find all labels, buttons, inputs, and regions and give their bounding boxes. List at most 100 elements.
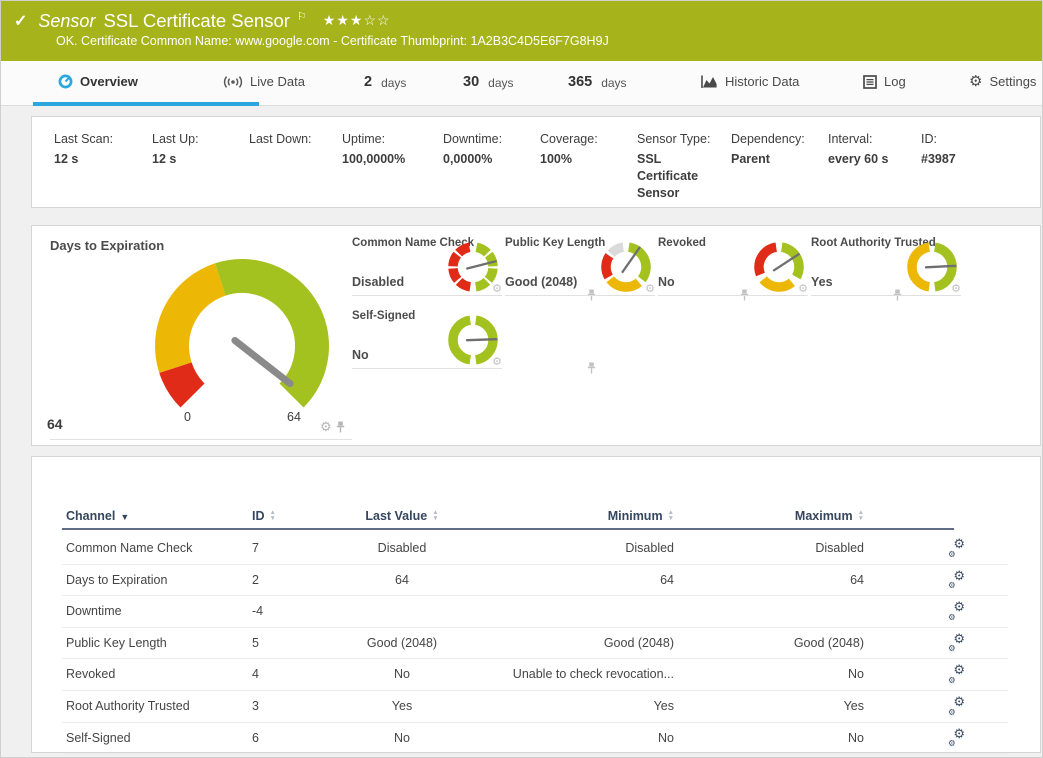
tab-label: Live Data <box>250 74 305 89</box>
tab-number: 365 <box>568 74 592 90</box>
main-gauge-dial <box>117 248 367 428</box>
historic-chart-icon <box>701 75 718 89</box>
info-value: #3987 <box>921 151 956 168</box>
info-value: every 60 s <box>828 151 888 168</box>
info-field-interval: Interval:every 60 s <box>828 131 888 168</box>
prtg-sensor-page: ✓ Sensor SSL Certificate Sensor ⚐ ★★★☆☆ … <box>0 0 1043 758</box>
gear-icon: ⚙ <box>948 581 956 590</box>
mini-gauge-actions: ⚙ <box>951 284 961 295</box>
info-value: 12 s <box>54 151 113 168</box>
tab-label: Log <box>884 74 906 89</box>
info-label: Dependency: <box>731 131 805 148</box>
channel-settings-icon[interactable]: ⚙⚙ <box>947 698 965 715</box>
info-label: Last Down: <box>249 131 312 148</box>
info-value: 12 s <box>152 151 199 168</box>
info-label: Last Scan: <box>54 131 113 148</box>
tab-30-days[interactable]: 30days <box>463 61 514 102</box>
tab-settings[interactable]: ⚙Settings <box>969 61 1036 102</box>
mini-gauge-title: Self-Signed <box>352 310 415 322</box>
column-header-maximum[interactable]: Maximum▲▼ <box>704 509 864 523</box>
channel-settings-icon[interactable]: ⚙⚙ <box>947 730 965 747</box>
priority-stars[interactable]: ★★★☆☆ <box>323 12 391 29</box>
broadcast-icon <box>223 75 243 89</box>
info-field-id: ID:#3987 <box>921 131 956 168</box>
channel-row-common-name-check: Common Name Check7DisabledDisabledDisabl… <box>62 533 1008 565</box>
channel-settings-icon[interactable]: ⚙⚙ <box>947 603 965 620</box>
channel-row-revoked: Revoked4NoUnable to check revocation...N… <box>62 659 1008 691</box>
gear-icon[interactable]: ⚙ <box>798 284 808 295</box>
channel-maximum: 64 <box>704 573 864 587</box>
info-field-dependency: Dependency:Parent <box>731 131 805 168</box>
gear-icon: ⚙ <box>948 644 956 653</box>
priority-flag-icon[interactable]: ⚐ <box>297 10 307 23</box>
mini-gauge-actions: ⚙ <box>798 284 808 295</box>
gear-icon: ⚙ <box>969 74 982 89</box>
tab-historic-data[interactable]: Historic Data <box>701 61 799 102</box>
tab-365-days[interactable]: 365 days <box>568 61 627 102</box>
info-value: SSL Certificate Sensor <box>637 151 709 202</box>
column-header-minimum[interactable]: Minimum▲▼ <box>414 509 674 523</box>
sort-both-icon: ▲▼ <box>270 510 276 522</box>
info-label: Downtime: <box>443 131 502 148</box>
pin-icon[interactable] <box>587 362 596 374</box>
gear-icon: ⚙ <box>948 613 956 622</box>
gear-icon[interactable]: ⚙ <box>492 357 502 368</box>
pin-icon[interactable] <box>336 421 345 433</box>
tab-bar: Overview Live Data 2days 30days 365 days Histo… <box>1 61 1042 106</box>
tab-label: days <box>488 76 513 90</box>
tab-label: Overview <box>80 74 138 89</box>
info-field-last-down: Last Down: <box>249 131 312 151</box>
tab-live-data[interactable]: Live Data <box>223 61 305 102</box>
channel-id: -4 <box>252 604 312 618</box>
gear-icon[interactable]: ⚙ <box>951 284 961 295</box>
channel-row-days-to-expiration: Days to Expiration2646464⚙⚙ <box>62 565 1008 597</box>
tab-log[interactable]: Log <box>863 61 906 102</box>
channel-name: Root Authority Trusted <box>66 699 190 713</box>
tab-label: Historic Data <box>725 74 799 89</box>
channel-settings-icon[interactable]: ⚙⚙ <box>947 635 965 652</box>
column-label: Maximum <box>795 509 853 523</box>
sensor-status-header: ✓ Sensor SSL Certificate Sensor ⚐ ★★★☆☆ … <box>1 1 1042 61</box>
mini-gauge-value: Disabled <box>352 275 404 289</box>
info-label: Sensor Type: <box>637 131 710 148</box>
gear-icon[interactable]: ⚙ <box>320 420 332 433</box>
tab-overview[interactable]: Overview <box>58 61 138 102</box>
info-label: Uptime: <box>342 131 405 148</box>
tab-label: days <box>601 76 626 90</box>
sensor-info-panel: Last Scan:12 sLast Up:12 sLast Down:Upti… <box>31 116 1041 208</box>
channel-minimum: Yes <box>414 699 674 713</box>
channel-minimum: Unable to check revocation... <box>414 667 674 681</box>
channel-minimum: No <box>414 731 674 745</box>
gear-icon: ⚙ <box>948 676 956 685</box>
object-kind-label: Sensor <box>38 11 95 32</box>
channel-maximum: Yes <box>704 699 864 713</box>
mini-gauge-actions: ⚙ <box>492 284 502 295</box>
channel-row-self-signed: Self-Signed6NoNoNo⚙⚙ <box>62 723 1008 755</box>
channel-settings-icon[interactable]: ⚙⚙ <box>947 572 965 589</box>
mini-gauge-cell-revoked: RevokedNo⚙ <box>658 236 808 296</box>
channel-maximum: Disabled <box>704 541 864 555</box>
status-ok-check-icon: ✓ <box>14 11 27 31</box>
main-gauge-scale-min: 0 <box>184 410 191 424</box>
stars-filled[interactable]: ★★★ <box>323 12 364 28</box>
gear-icon[interactable]: ⚙ <box>645 284 655 295</box>
stars-empty[interactable]: ☆☆ <box>363 12 390 28</box>
mini-gauge-title: Public Key Length <box>505 237 605 249</box>
gear-icon: ⚙ <box>948 550 956 559</box>
tab-2-days[interactable]: 2days <box>364 61 406 102</box>
channel-name: Revoked <box>66 667 115 681</box>
channel-settings-icon[interactable]: ⚙⚙ <box>947 666 965 683</box>
mini-gauge-actions: ⚙ <box>492 357 502 368</box>
channel-name: Days to Expiration <box>66 573 167 587</box>
gear-icon: ⚙ <box>948 739 956 748</box>
channel-table-panel: Channel▼ID▲▼Last Value▲▼Minimum▲▼Maximum… <box>31 456 1041 753</box>
info-value: 100,0000% <box>342 151 405 168</box>
mini-gauge-cell-root-authority-trusted: Root Authority TrustedYes⚙ <box>811 236 961 296</box>
info-label: Coverage: <box>540 131 598 148</box>
gear-icon[interactable]: ⚙ <box>492 284 502 295</box>
info-value: 100% <box>540 151 598 168</box>
column-header-channel[interactable]: Channel▼ <box>66 509 129 523</box>
channel-minimum: Good (2048) <box>414 636 674 650</box>
channel-settings-icon[interactable]: ⚙⚙ <box>947 540 965 557</box>
info-value: 0,0000% <box>443 151 502 168</box>
